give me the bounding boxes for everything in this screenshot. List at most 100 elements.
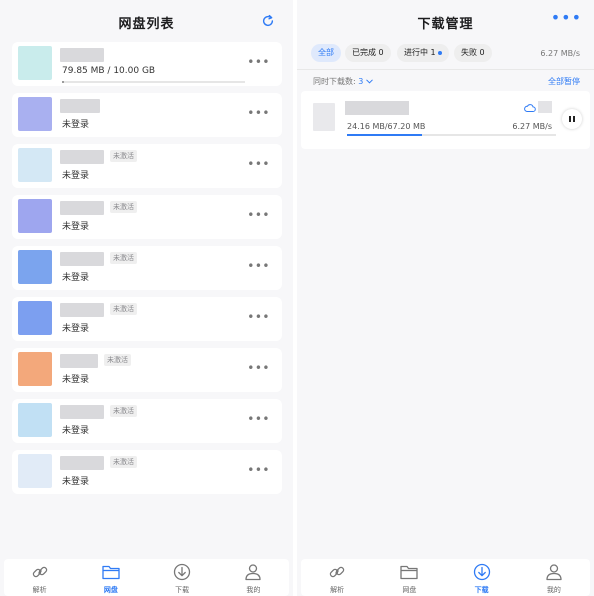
nav-label: 下载 xyxy=(474,586,489,594)
account-card[interactable]: 79.85 MB / 10.00 GB ••• xyxy=(12,42,282,86)
account-thumbnail xyxy=(18,148,52,182)
page-title: 网盘列表 xyxy=(118,17,175,32)
link-icon xyxy=(301,563,373,581)
more-options-icon[interactable]: ••• xyxy=(247,56,270,68)
separator xyxy=(297,69,594,70)
status-badge: 未激活 xyxy=(104,354,131,366)
pause-all-button[interactable]: 全部暂停 xyxy=(548,76,580,87)
account-thumbnail xyxy=(18,403,52,437)
download-speed: 6.27 MB/s xyxy=(512,122,552,131)
filter-tab[interactable]: 进行中 1 xyxy=(397,44,449,62)
account-thumbnail xyxy=(18,46,52,80)
more-options-icon[interactable]: ••• xyxy=(247,311,270,323)
nav-item-download[interactable]: 下载 xyxy=(147,559,218,596)
account-subtitle: 未登录 xyxy=(62,324,90,334)
total-speed: 6.27 MB/s xyxy=(540,49,580,58)
drive-thumbnail xyxy=(538,101,552,113)
account-card[interactable]: 未激活 未登录 ••• xyxy=(12,246,282,290)
header: 网盘列表 xyxy=(0,0,293,42)
account-name-blurred xyxy=(60,303,104,317)
account-card[interactable]: 未激活 未登录 ••• xyxy=(12,450,282,494)
nav-label: 网盘 xyxy=(402,586,417,594)
account-card[interactable]: 未激活未登录 ••• xyxy=(12,297,282,341)
nav-label: 下载 xyxy=(175,586,190,594)
account-card[interactable]: 未激活 未登录 ••• xyxy=(12,144,282,188)
filter-tab[interactable]: 失败 0 xyxy=(454,44,492,62)
account-subtitle: 未登录 xyxy=(62,120,90,130)
account-name-blurred xyxy=(60,150,104,164)
download-icon xyxy=(147,563,218,581)
account-name-blurred xyxy=(60,48,104,62)
header: 下载管理 ••• xyxy=(297,0,594,42)
page-title: 下载管理 xyxy=(417,17,474,32)
nav-label: 我的 xyxy=(246,586,261,594)
account-thumbnail xyxy=(18,97,52,131)
nav-label: 解析 xyxy=(32,586,47,594)
nav-item-link[interactable]: 解析 xyxy=(301,559,373,596)
nav-item-user[interactable]: 我的 xyxy=(518,559,590,596)
concurrency-value: 3 xyxy=(358,77,364,86)
download-item[interactable]: 24.16 MB/67.20 MB 6.27 MB/s xyxy=(301,91,590,149)
account-thumbnail xyxy=(18,301,52,335)
status-badge: 未激活 xyxy=(110,252,137,264)
more-options-icon[interactable]: ••• xyxy=(247,107,270,119)
account-subtitle: 未登录 xyxy=(62,477,90,487)
more-options-icon[interactable]: ••• xyxy=(247,209,270,221)
more-options-icon[interactable]: ••• xyxy=(247,362,270,374)
account-thumbnail xyxy=(18,352,52,386)
account-card[interactable]: 未登录 ••• xyxy=(12,93,282,137)
status-badge: 未激活 xyxy=(110,201,137,213)
account-card[interactable]: 未激活未登录 ••• xyxy=(12,195,282,239)
download-manager-panel: 下载管理 ••• 全部 已完成 0 进行中 1 失败 0 6.27 MB/s 同时下载… xyxy=(297,0,594,596)
more-options-icon[interactable]: ••• xyxy=(247,260,270,272)
account-name-blurred xyxy=(60,354,98,368)
status-badge: 未激活 xyxy=(110,303,137,315)
more-options-icon[interactable]: ••• xyxy=(247,464,270,476)
nav-item-download[interactable]: 下载 xyxy=(446,559,518,596)
nav-item-user[interactable]: 我的 xyxy=(218,559,289,596)
bottom-nav: 解析 网盘 下载 我的 xyxy=(301,559,590,596)
filter-tab[interactable]: 全部 xyxy=(311,44,341,62)
account-subtitle: 未登录 xyxy=(62,171,90,181)
nav-label: 解析 xyxy=(330,586,345,594)
account-name-blurred xyxy=(60,252,104,266)
account-card[interactable]: 未激活未登录 ••• xyxy=(12,348,282,392)
concurrency-label: 同时下载数: xyxy=(313,77,356,86)
user-icon xyxy=(518,563,590,581)
nav-item-folder[interactable]: 网盘 xyxy=(373,559,445,596)
concurrency-setting[interactable]: 同时下载数: 3 xyxy=(313,76,373,87)
file-name-blurred xyxy=(345,101,409,115)
download-icon xyxy=(446,563,518,581)
account-name-blurred xyxy=(60,201,104,215)
pause-button[interactable] xyxy=(562,109,582,129)
cloud-icon xyxy=(524,104,536,112)
account-thumbnail xyxy=(18,199,52,233)
bottom-nav: 解析 网盘 下载 我的 xyxy=(4,559,289,596)
active-dot-icon xyxy=(437,50,442,55)
cloud-drive-list-panel: 网盘列表 79.85 MB / 10.00 GB ••• 未登录 ••• 未激活 未登录 •… xyxy=(0,0,293,596)
filter-tab[interactable]: 已完成 0 xyxy=(345,44,391,62)
refresh-icon[interactable] xyxy=(261,14,275,28)
download-size: 24.16 MB/67.20 MB xyxy=(347,122,426,131)
pause-icon xyxy=(569,116,571,122)
account-subtitle: 79.85 MB / 10.00 GB xyxy=(62,66,156,76)
account-card[interactable]: 未激活 未登录 ••• xyxy=(12,399,282,443)
storage-usage-fill xyxy=(62,81,64,83)
account-name-blurred xyxy=(60,456,104,470)
account-thumbnail xyxy=(18,250,52,284)
file-icon xyxy=(313,103,335,131)
storage-usage-bar xyxy=(62,81,245,83)
account-subtitle: 未登录 xyxy=(62,375,90,385)
account-subtitle: 未登录 xyxy=(62,222,90,232)
filter-tab-label: 全部 xyxy=(318,48,334,57)
user-icon xyxy=(218,563,289,581)
account-thumbnail xyxy=(18,454,52,488)
more-options-icon[interactable]: ••• xyxy=(247,413,270,425)
link-icon xyxy=(4,563,75,581)
nav-item-folder[interactable]: 网盘 xyxy=(75,559,146,596)
download-progress-bar xyxy=(347,134,556,136)
nav-item-link[interactable]: 解析 xyxy=(4,559,75,596)
download-progress-fill xyxy=(347,134,422,136)
more-dots-icon[interactable]: ••• xyxy=(551,10,582,26)
more-options-icon[interactable]: ••• xyxy=(247,158,270,170)
